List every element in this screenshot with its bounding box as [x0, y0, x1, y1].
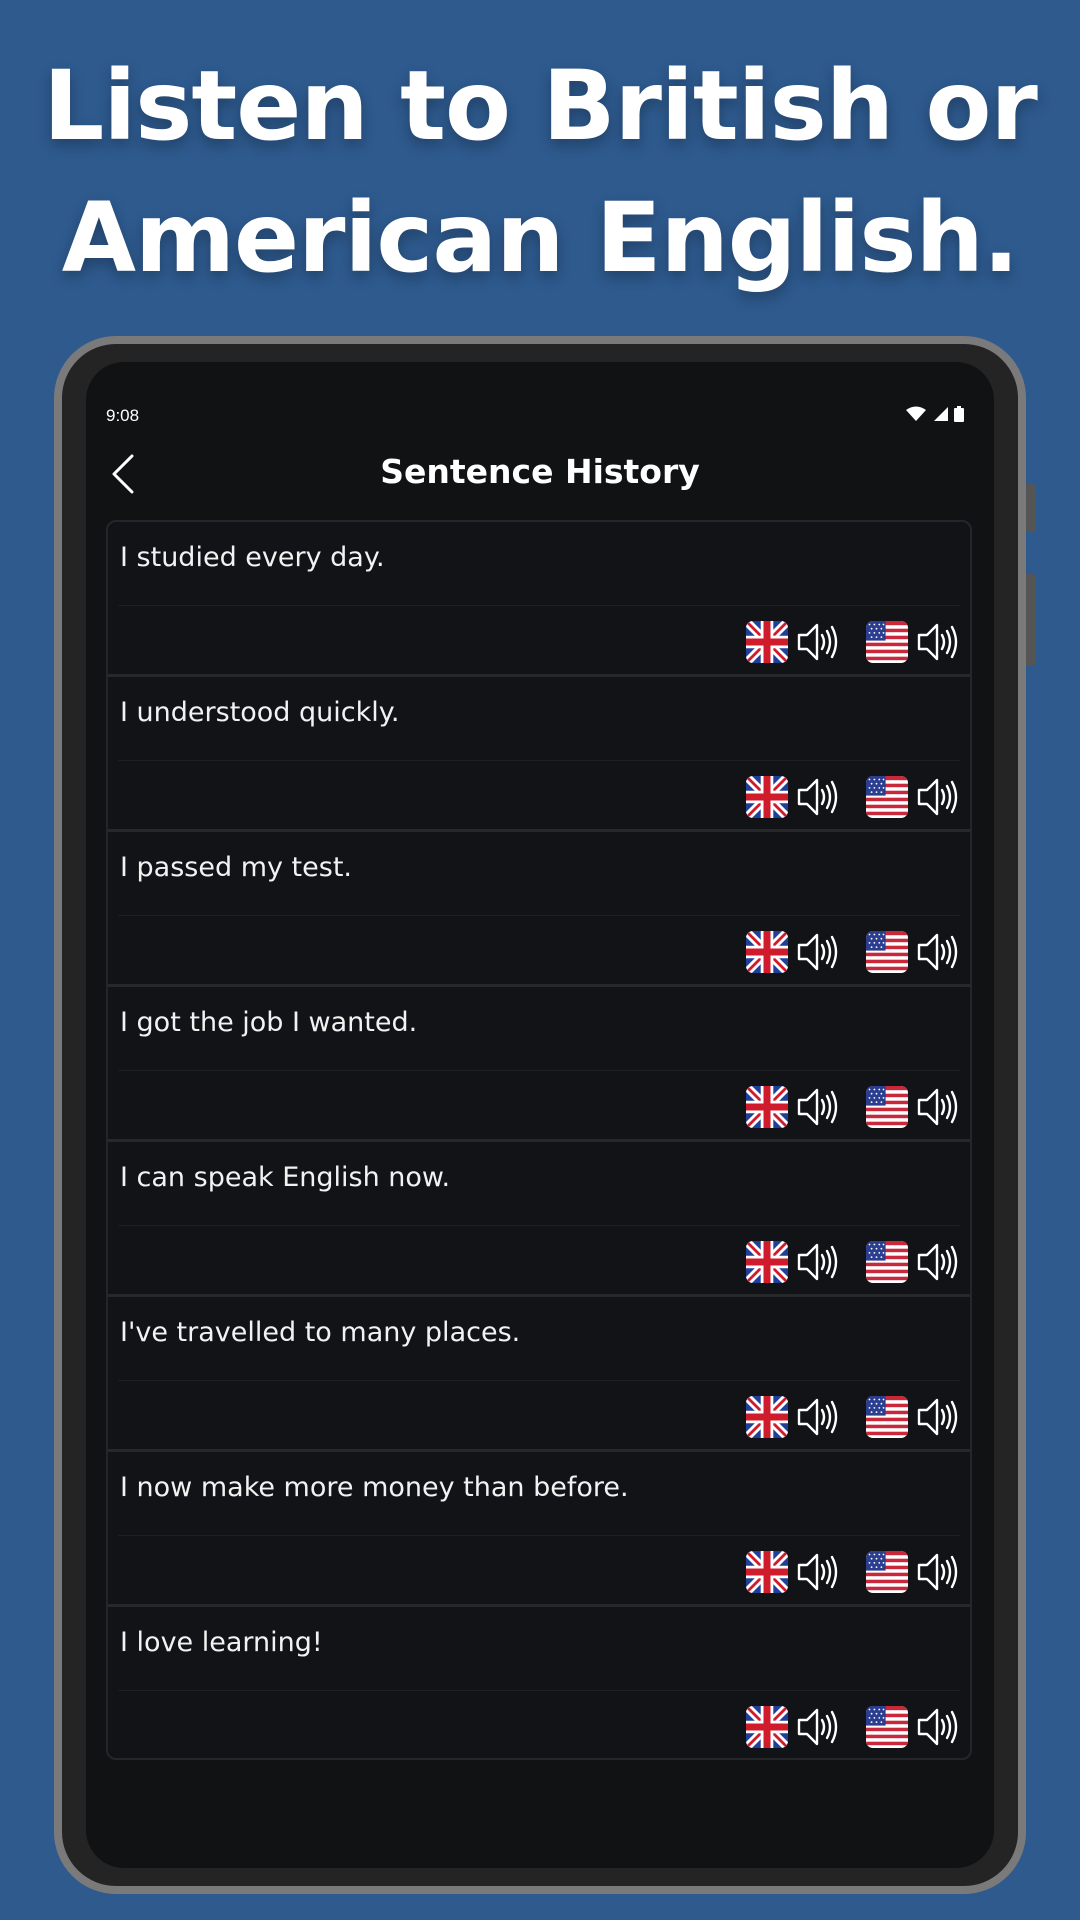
us-flag-icon — [866, 1086, 908, 1128]
audio-controls — [746, 1085, 960, 1129]
us-flag-icon — [866, 621, 908, 663]
app-screen: 9:08 Sentence History I studied every da… — [86, 362, 994, 1868]
sentence-item: I passed my test. — [108, 832, 970, 987]
us-flag-icon — [866, 1241, 908, 1283]
sentence-item: I studied every day. — [108, 522, 970, 677]
headline: Listen to British or American English. — [0, 40, 1080, 304]
sentence-item: I love learning! — [108, 1607, 970, 1762]
battery-icon — [954, 406, 964, 422]
play-american-button[interactable] — [866, 1395, 960, 1439]
speaker-icon — [917, 1708, 958, 1746]
audio-controls — [746, 620, 960, 664]
play-british-button[interactable] — [746, 775, 840, 819]
uk-flag-icon — [746, 776, 788, 818]
play-american-button[interactable] — [866, 1705, 960, 1749]
wifi-icon — [906, 406, 926, 421]
item-divider — [118, 605, 960, 606]
play-american-button[interactable] — [866, 1240, 960, 1284]
status-icons — [906, 406, 964, 422]
status-time: 9:08 — [106, 406, 140, 425]
uk-flag-icon — [746, 1086, 788, 1128]
play-american-button[interactable] — [866, 775, 960, 819]
cell-signal-icon — [934, 407, 948, 421]
speaker-icon — [797, 623, 838, 661]
speaker-icon — [797, 1398, 838, 1436]
sentence-text: I can speak English now. — [120, 1162, 451, 1193]
speaker-icon — [797, 778, 838, 816]
speaker-icon — [797, 1553, 838, 1591]
play-american-button[interactable] — [866, 930, 960, 974]
audio-controls — [746, 1395, 960, 1439]
speaker-icon — [917, 1553, 958, 1591]
sentence-item: I now make more money than before. — [108, 1452, 970, 1607]
status-bar: 9:08 — [86, 362, 994, 432]
tablet-frame: 9:08 Sentence History I studied every da… — [54, 336, 1026, 1894]
app-header: Sentence History — [86, 432, 994, 514]
play-british-button[interactable] — [746, 1395, 840, 1439]
item-divider — [118, 915, 960, 916]
play-american-button[interactable] — [866, 1550, 960, 1594]
headline-line-2: American English. — [61, 182, 1020, 294]
sentence-text: I got the job I wanted. — [120, 1007, 418, 1038]
page-title: Sentence History — [380, 452, 700, 491]
play-american-button[interactable] — [866, 1085, 960, 1129]
play-british-button[interactable] — [746, 1705, 840, 1749]
item-divider — [118, 760, 960, 761]
sentence-item: I've travelled to many places. — [108, 1297, 970, 1452]
audio-controls — [746, 1705, 960, 1749]
sentence-history-list: I studied every day. I understood quickl… — [106, 520, 972, 1760]
play-british-button[interactable] — [746, 1240, 840, 1284]
item-divider — [118, 1070, 960, 1071]
item-divider — [118, 1380, 960, 1381]
speaker-icon — [917, 1088, 958, 1126]
sentence-text: I studied every day. — [120, 542, 385, 573]
uk-flag-icon — [746, 621, 788, 663]
uk-flag-icon — [746, 1241, 788, 1283]
play-british-button[interactable] — [746, 1550, 840, 1594]
headline-line-1: Listen to British or — [43, 50, 1038, 162]
sentence-text: I understood quickly. — [120, 697, 400, 728]
play-american-button[interactable] — [866, 620, 960, 664]
sentence-item: I got the job I wanted. — [108, 987, 970, 1142]
audio-controls — [746, 775, 960, 819]
play-british-button[interactable] — [746, 930, 840, 974]
us-flag-icon — [866, 1396, 908, 1438]
uk-flag-icon — [746, 1706, 788, 1748]
audio-controls — [746, 930, 960, 974]
speaker-icon — [917, 778, 958, 816]
sentence-text: I now make more money than before. — [120, 1472, 629, 1503]
sentence-item: I can speak English now. — [108, 1142, 970, 1297]
speaker-icon — [917, 623, 958, 661]
speaker-icon — [917, 933, 958, 971]
speaker-icon — [797, 1243, 838, 1281]
us-flag-icon — [866, 776, 908, 818]
audio-controls — [746, 1240, 960, 1284]
uk-flag-icon — [746, 931, 788, 973]
sentence-text: I passed my test. — [120, 852, 352, 883]
us-flag-icon — [866, 1706, 908, 1748]
uk-flag-icon — [746, 1551, 788, 1593]
speaker-icon — [797, 933, 838, 971]
play-british-button[interactable] — [746, 620, 840, 664]
item-divider — [118, 1690, 960, 1691]
sentence-text: I love learning! — [120, 1627, 323, 1658]
speaker-icon — [917, 1243, 958, 1281]
uk-flag-icon — [746, 1396, 788, 1438]
us-flag-icon — [866, 1551, 908, 1593]
speaker-icon — [797, 1088, 838, 1126]
sentence-item: I understood quickly. — [108, 677, 970, 832]
sentence-text: I've travelled to many places. — [120, 1317, 521, 1348]
item-divider — [118, 1535, 960, 1536]
speaker-icon — [797, 1708, 838, 1746]
item-divider — [118, 1225, 960, 1226]
us-flag-icon — [866, 931, 908, 973]
play-british-button[interactable] — [746, 1085, 840, 1129]
audio-controls — [746, 1550, 960, 1594]
speaker-icon — [917, 1398, 958, 1436]
